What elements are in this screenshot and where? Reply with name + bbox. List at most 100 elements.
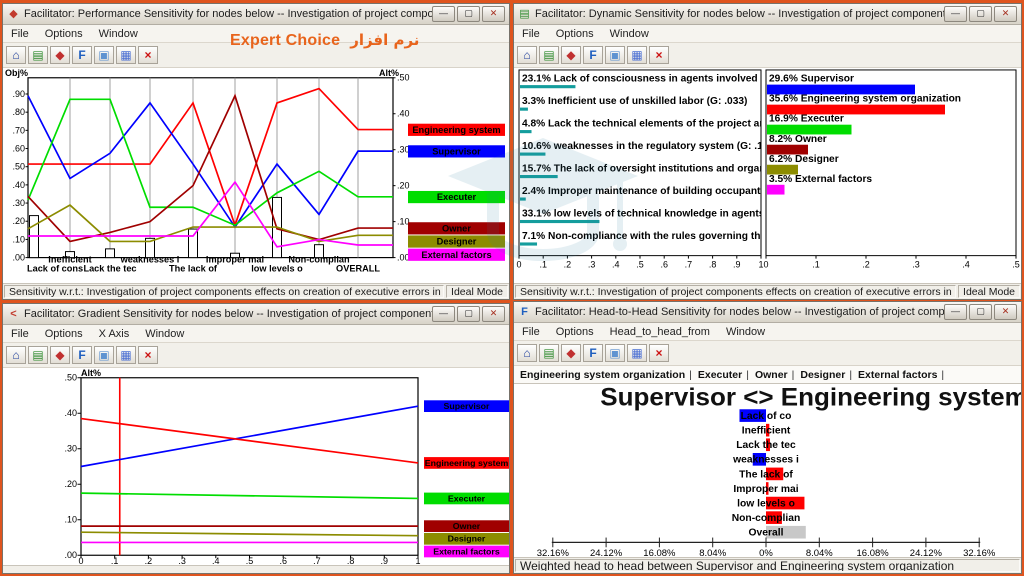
menu-options[interactable]: Options (548, 326, 602, 338)
close-button[interactable]: ✕ (994, 304, 1017, 320)
menu-head-to-head-from[interactable]: Head_to_head_from (602, 326, 718, 338)
close-button[interactable]: ✕ (482, 306, 505, 322)
objective-weight-bar[interactable] (106, 249, 115, 258)
close-window-icon[interactable]: × (138, 46, 158, 64)
objective-axis-tick: .4 (612, 259, 620, 269)
gradient-sensitivity-icon[interactable]: F (583, 344, 603, 362)
close-window-icon[interactable]: × (138, 346, 158, 364)
toolbar: ⌂▤◆F▣▦× (514, 43, 1021, 68)
y-axis-title: Alt% (81, 368, 101, 378)
performance-sensitivity-icon[interactable]: ◆ (561, 344, 581, 362)
head-to-head-icon[interactable]: ▣ (605, 344, 625, 362)
minimize-button[interactable]: — (944, 304, 967, 320)
x-axis-tick: 0 (79, 556, 84, 565)
menu-window[interactable]: Window (602, 28, 657, 40)
close-window-icon[interactable]: × (649, 46, 669, 64)
menu-options[interactable]: Options (37, 328, 91, 340)
head-to-head-icon[interactable]: ▣ (605, 46, 625, 64)
tab-external-factors[interactable]: External factors (852, 369, 941, 381)
twod-plot-icon[interactable]: ▦ (116, 46, 136, 64)
right-axis-tick: .40 (397, 109, 410, 119)
maximize-button[interactable]: ▢ (457, 306, 480, 322)
objective-priority-bar[interactable] (520, 242, 537, 245)
model-home-icon[interactable]: ⌂ (6, 46, 26, 64)
performance-sensitivity-icon[interactable]: ◆ (561, 46, 581, 64)
window-buttons: — ▢ ✕ (432, 6, 505, 22)
model-home-icon[interactable]: ⌂ (517, 344, 537, 362)
x-axis-tick: .4 (212, 556, 220, 565)
dynamic-sensitivity-icon[interactable]: ▤ (28, 46, 48, 64)
left-axis-title: Obj% (5, 68, 28, 78)
titlebar[interactable]: < Facilitator: Gradient Sensitivity for … (3, 304, 509, 325)
objective-priority-bar[interactable] (520, 175, 558, 178)
gradient-sensitivity-icon[interactable]: F (583, 46, 603, 64)
model-home-icon[interactable]: ⌂ (517, 46, 537, 64)
alternative-item: 6.2% Designer (769, 154, 839, 165)
window-title: Facilitator: Gradient Sensitivity for no… (24, 308, 432, 320)
menu-file[interactable]: File (3, 328, 37, 340)
head-to-head-icon[interactable]: ▣ (94, 346, 114, 364)
menu-window[interactable]: Window (718, 326, 773, 338)
close-window-icon[interactable]: × (649, 344, 669, 362)
menu-file[interactable]: File (514, 28, 548, 40)
objective-priority-bar[interactable] (520, 108, 528, 111)
performance-window-icon: ◆ (7, 8, 20, 21)
menu-file[interactable]: File (3, 28, 37, 40)
plot-area (28, 78, 393, 258)
dynamic-sensitivity-icon[interactable]: ▤ (539, 46, 559, 64)
maximize-button[interactable]: ▢ (969, 304, 992, 320)
performance-sensitivity-icon[interactable]: ◆ (50, 346, 70, 364)
tab-executer[interactable]: Executer (692, 369, 746, 381)
status-text: Weighted head to head between Supervisor… (515, 559, 1020, 572)
model-home-icon[interactable]: ⌂ (6, 346, 26, 364)
twod-plot-icon[interactable]: ▦ (627, 46, 647, 64)
gradient-sensitivity-icon[interactable]: F (72, 46, 92, 64)
gradient-sensitivity-icon[interactable]: F (72, 346, 92, 364)
titlebar[interactable]: ◆ Facilitator: Performance Sensitivity f… (3, 4, 509, 25)
dynamic-sensitivity-icon[interactable]: ▤ (539, 344, 559, 362)
performance-sensitivity-icon[interactable]: ◆ (50, 46, 70, 64)
twod-plot-icon[interactable]: ▦ (627, 344, 647, 362)
tab-designer[interactable]: Designer (794, 369, 849, 381)
tab-engineering-system-organization[interactable]: Engineering system organization (514, 369, 689, 381)
objective-priority-bar[interactable] (520, 153, 545, 156)
titlebar[interactable]: ▤ Facilitator: Dynamic Sensitivity for n… (514, 4, 1021, 25)
window-title: Facilitator: Dynamic Sensitivity for nod… (535, 8, 944, 20)
menu-options[interactable]: Options (37, 28, 91, 40)
close-button[interactable]: ✕ (482, 6, 505, 22)
objective-item: 23.1% Lack of consciousness in agents in… (522, 74, 782, 85)
tab-owner[interactable]: Owner (749, 369, 792, 381)
menu-window[interactable]: Window (91, 28, 146, 40)
dynamic-sensitivity-icon[interactable]: ▤ (28, 346, 48, 364)
twod-plot-icon[interactable]: ▦ (116, 346, 136, 364)
menu-x-axis[interactable]: X Axis (91, 328, 138, 340)
alternative-priority-bar-external-factors[interactable] (767, 185, 785, 195)
titlebar[interactable]: F Facilitator: Head-to-Head Sensitivity … (514, 302, 1021, 323)
maximize-button[interactable]: ▢ (457, 6, 480, 22)
close-button[interactable]: ✕ (994, 6, 1017, 22)
x-axis-tick: .7 (313, 556, 321, 565)
status-bar: Weighted head to head between Supervisor… (514, 557, 1021, 573)
maximize-button[interactable]: ▢ (969, 6, 992, 22)
objective-priority-bar[interactable] (520, 197, 526, 200)
objective-axis-tick: .6 (660, 259, 668, 269)
menu-options[interactable]: Options (548, 28, 602, 40)
minimize-button[interactable]: — (432, 6, 455, 22)
objective-axis-tick: .1 (539, 259, 547, 269)
objective-item: 2.4% Improper maintenance of building oc… (522, 186, 781, 197)
h2h-axis-label: 8.04% (699, 548, 726, 557)
menu-file[interactable]: File (514, 326, 548, 338)
head-to-head-chart: Lack of coInefficientLack the tecweaknes… (514, 384, 1021, 557)
objective-item: 33.1% low levels of technical knowledge … (522, 209, 778, 220)
minimize-button[interactable]: — (944, 6, 967, 22)
h2h-axis-label: 24.12% (590, 548, 622, 557)
gradient-window-icon: < (7, 308, 20, 321)
minimize-button[interactable]: — (432, 306, 455, 322)
objective-priority-bar[interactable] (520, 130, 532, 133)
left-axis-tick: .90 (13, 89, 26, 99)
objective-axis-tick: .9 (733, 259, 741, 269)
objective-priority-bar[interactable] (520, 220, 599, 223)
objective-priority-bar[interactable] (520, 85, 575, 88)
menu-window[interactable]: Window (137, 328, 192, 340)
head-to-head-icon[interactable]: ▣ (94, 46, 114, 64)
